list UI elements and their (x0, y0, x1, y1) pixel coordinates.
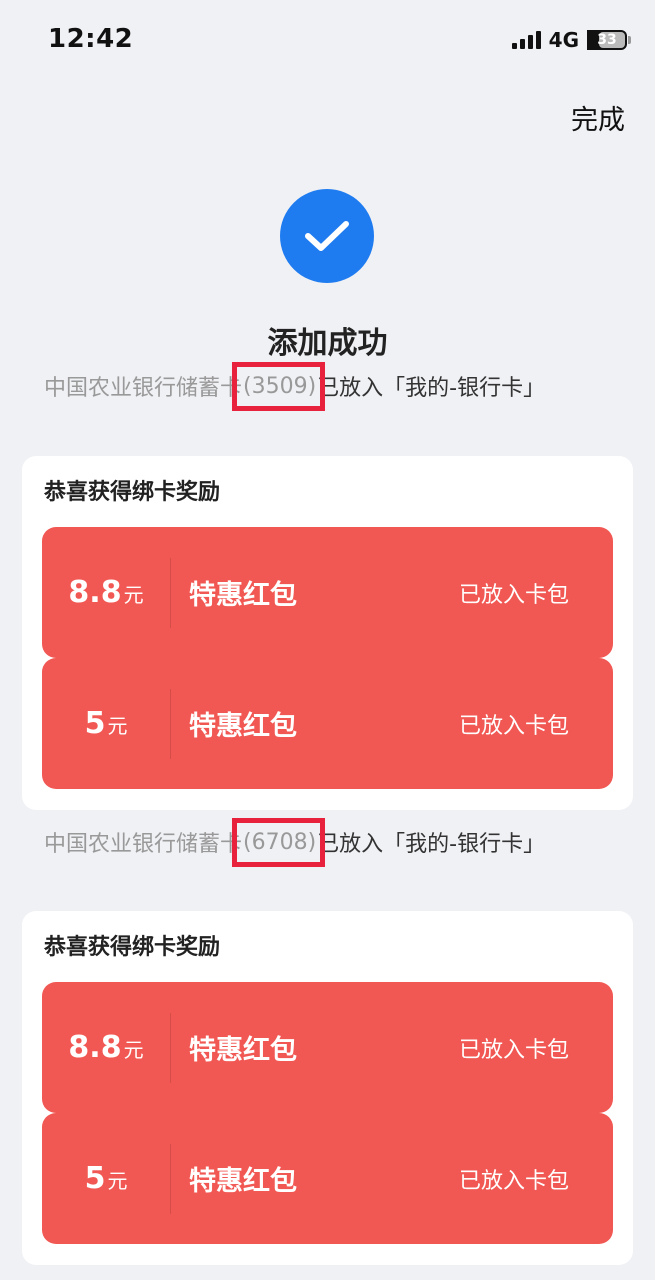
divider (170, 1143, 171, 1214)
coupon-name: 特惠红包 (189, 711, 297, 742)
success-title: 添加成功 (267, 326, 388, 361)
bank-name: 中国农业银行储蓄卡 (44, 832, 243, 857)
battery-icon: 33 (587, 30, 631, 50)
bind-message: 中国农业银行储蓄卡 (3509) 已放入「我的-银行卡」 (44, 361, 546, 411)
reward-title: 恭喜获得绑卡奖励 (44, 480, 221, 505)
signal-icon (511, 31, 541, 49)
status-bar: 12:42 4G 33 (0, 0, 655, 80)
success-check-icon (280, 189, 374, 283)
status-time: 12:42 (48, 24, 134, 54)
coupon-name: 特惠红包 (189, 580, 297, 611)
coupon-card[interactable]: 5元 特惠红包 已放入卡包 (42, 1113, 613, 1244)
coupon-status: 已放入卡包 (458, 713, 569, 739)
divider (170, 688, 171, 759)
highlight-box (232, 361, 326, 411)
message-suffix: 已放入「我的-银行卡」 (317, 832, 546, 857)
coupon-status: 已放入卡包 (458, 1037, 569, 1063)
card-number: (3509) (232, 361, 326, 411)
reward-card: 恭喜获得绑卡奖励 8.8 元 特惠红包 已放入卡包 5元 特惠红包 已放入卡包 (22, 911, 633, 1265)
highlight-box (232, 817, 326, 867)
status-indicators: 4G 33 (511, 28, 631, 52)
message-suffix: 已放入「我的-银行卡」 (317, 376, 546, 401)
divider (170, 557, 171, 628)
coupon-card[interactable]: 8.8 元 特惠红包 已放入卡包 (42, 982, 613, 1113)
network-type: 4G (548, 28, 579, 52)
reward-card: 恭喜获得绑卡奖励 8.8 元 特惠红包 已放入卡包 5元 特惠红包 已放入卡包 (22, 456, 633, 810)
coupon-amount: 8.8 元 (68, 1030, 144, 1065)
coupon-card[interactable]: 8.8 元 特惠红包 已放入卡包 (42, 527, 613, 658)
battery-level: 33 (597, 32, 617, 48)
divider (170, 1012, 171, 1083)
bind-message: 中国农业银行储蓄卡 (6708) 已放入「我的-银行卡」 (44, 817, 546, 867)
coupon-amount: 5元 (84, 1161, 128, 1196)
coupon-name: 特惠红包 (189, 1035, 297, 1066)
card-number: (6708) (232, 817, 326, 867)
coupon-amount: 5元 (84, 706, 128, 741)
coupon-status: 已放入卡包 (458, 1168, 569, 1194)
coupon-card[interactable]: 5元 特惠红包 已放入卡包 (42, 658, 613, 789)
coupon-name: 特惠红包 (189, 1166, 297, 1197)
bank-name: 中国农业银行储蓄卡 (44, 376, 243, 401)
done-button[interactable]: 完成 (571, 98, 625, 137)
reward-title: 恭喜获得绑卡奖励 (44, 935, 221, 960)
coupon-status: 已放入卡包 (458, 582, 569, 608)
coupon-amount: 8.8 元 (68, 575, 144, 610)
